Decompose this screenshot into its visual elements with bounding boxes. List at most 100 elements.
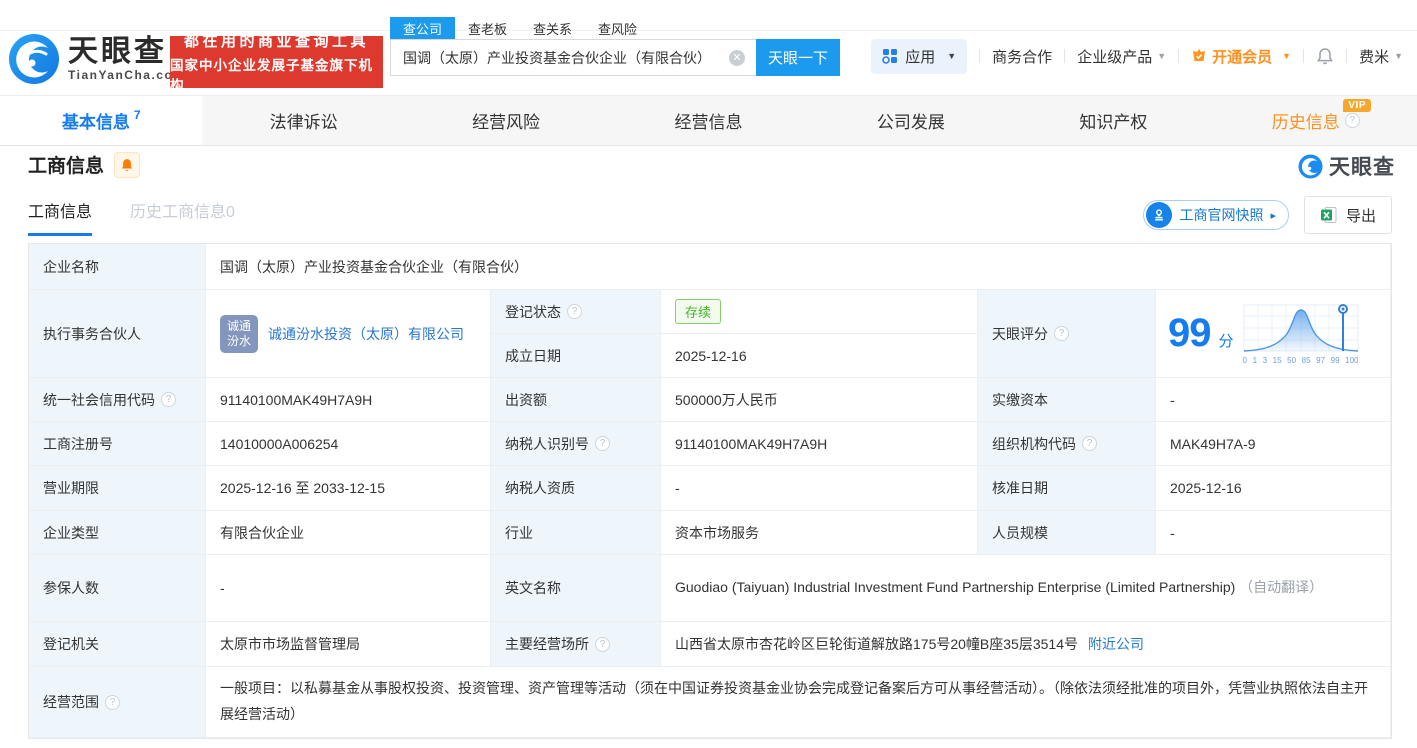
score-unit: 分 <box>1218 333 1234 350</box>
tab-intellectual-property[interactable]: 知识产权 <box>1012 96 1214 145</box>
search-input[interactable] <box>390 39 756 76</box>
tab-operating-risk[interactable]: 经营风险 <box>405 96 607 145</box>
value-business-scope: 一般项目：以私募基金从事股权投资、投资管理、资产管理等活动（须在中国证券投资基金… <box>206 667 1391 738</box>
username: 费米 <box>1359 48 1390 66</box>
help-icon[interactable]: ? <box>1082 436 1097 451</box>
chevron-down-icon: ▼ <box>1394 51 1403 61</box>
label-registration-status: 登记状态? <box>491 290 661 334</box>
business-info-table: 企业名称 国调（太原）产业投资基金合伙企业（有限合伙） 执行事务合伙人 诚通 汾… <box>28 243 1392 739</box>
subtab-history-business-info[interactable]: 历史工商信息0 <box>130 198 235 236</box>
company-tab-bar: 基本信息 7 法律诉讼 经营风险 经营信息 公司发展 知识产权 VIP 历史信息… <box>0 95 1417 146</box>
help-icon[interactable]: ? <box>1344 113 1360 128</box>
label-business-term: 营业期限 <box>29 466 206 511</box>
apps-label: 应用 <box>905 48 936 66</box>
excel-icon <box>1320 207 1337 223</box>
value-credit-code: 91140100MAK49H7A9H <box>206 378 491 422</box>
search-tabs: 查公司 查老板 查关系 查风险 <box>390 17 840 39</box>
value-paid-capital: - <box>1156 378 1391 422</box>
nav-enterprise-product[interactable]: 企业级产品 ▼ <box>1077 46 1166 67</box>
label-taxpayer-id: 纳税人识别号? <box>491 422 661 466</box>
search-tab-risk[interactable]: 查风险 <box>585 17 650 39</box>
tab-operating-info[interactable]: 经营信息 <box>607 96 809 145</box>
label-contribution: 出资额 <box>491 378 661 422</box>
chevron-down-icon: ▼ <box>1282 51 1292 61</box>
auto-translate-note: （自动翻译） <box>1239 579 1324 596</box>
watermark-logo: 天眼查 <box>1298 151 1395 181</box>
partner-avatar: 诚通 汾水 <box>220 314 258 353</box>
label-approval-date: 核准日期 <box>978 466 1156 511</box>
export-button[interactable]: 导出 <box>1303 196 1392 234</box>
score-distribution-chart: 013 15 50 85 97 99 100 <box>1242 303 1360 365</box>
value-contribution: 500000万人民币 <box>661 378 978 422</box>
search-tab-company[interactable]: 查公司 <box>390 17 456 39</box>
tab-legal[interactable]: 法律诉讼 <box>202 96 404 145</box>
tab-basic-info[interactable]: 基本信息 7 <box>0 96 203 145</box>
label-industry: 行业 <box>491 511 661 555</box>
chevron-down-icon: ▼ <box>947 51 957 61</box>
label-registry: 登记机关 <box>29 622 206 667</box>
help-icon[interactable]: ? <box>1054 326 1069 341</box>
slogan-line1: 都在用的商业查询工具 <box>183 33 369 50</box>
search-input-wrap: ✕ <box>390 39 756 76</box>
tianyancha-swirl-icon <box>1298 153 1323 179</box>
help-icon[interactable]: ? <box>595 436 610 451</box>
user-menu[interactable]: 费米 ▼ <box>1359 46 1403 67</box>
divider <box>1064 49 1066 63</box>
divider <box>979 49 981 63</box>
slogan-line2: 国家中小企业发展子基金旗下机构 <box>170 58 373 93</box>
value-approval-date: 2025-12-16 <box>1156 466 1391 511</box>
label-address: 主要经营场所? <box>491 622 661 667</box>
value-company-name: 国调（太原）产业投资基金合伙企业（有限合伙） <box>206 244 1391 290</box>
label-english-name: 英文名称 <box>491 555 661 622</box>
search-tab-boss[interactable]: 查老板 <box>455 17 520 39</box>
label-staff-size: 人员规模 <box>978 511 1156 555</box>
vip-badge: VIP <box>1343 99 1371 112</box>
tianyancha-swirl-icon <box>9 34 59 84</box>
tab-company-development[interactable]: 公司发展 <box>810 96 1012 145</box>
value-establish-date: 2025-12-16 <box>661 334 978 378</box>
notifications-bell[interactable] <box>1316 47 1334 65</box>
value-industry: 资本市场服务 <box>661 511 978 555</box>
value-org-code: MAK49H7A-9 <box>1156 422 1391 466</box>
partner-company-link[interactable]: 诚通汾水投资（太原）有限公司 <box>268 324 464 344</box>
arrow-right-icon: ▸ <box>1270 209 1276 222</box>
subtab-business-info[interactable]: 工商信息 <box>28 198 93 236</box>
value-staff-size: - <box>1156 511 1391 555</box>
official-snapshot-button[interactable]: 工商官网快照 ▸ <box>1143 200 1289 230</box>
stamp-icon <box>1146 202 1173 228</box>
label-company-name: 企业名称 <box>29 244 206 290</box>
subscribe-bell-button[interactable] <box>114 151 141 178</box>
app-grid-icon <box>882 49 898 64</box>
clear-search-icon[interactable]: ✕ <box>729 50 745 66</box>
value-tianyan-score: 99 分 0 1 3 15 50 85 97 99 100 <box>1156 290 1391 378</box>
status-badge: 存续 <box>675 299 722 324</box>
search-tab-relation[interactable]: 查关系 <box>520 17 585 39</box>
divider <box>1303 49 1305 63</box>
label-org-code: 组织机构代码? <box>978 422 1156 466</box>
help-icon[interactable]: ? <box>161 392 176 407</box>
slogan-banner[interactable]: 都在用的商业查询工具 国家中小企业发展子基金旗下机构 <box>170 33 383 93</box>
divider <box>1346 49 1348 63</box>
value-taxpayer-id: 91140100MAK49H7A9H <box>661 422 978 466</box>
nav-cooperation[interactable]: 商务合作 <box>992 46 1052 67</box>
nav-open-vip[interactable]: 开通会员 ▼ <box>1191 46 1291 67</box>
bell-icon <box>121 158 133 171</box>
label-taxpayer-quality: 纳税人资质 <box>491 466 661 511</box>
help-icon[interactable]: ? <box>105 694 120 710</box>
bell-icon <box>1317 48 1334 65</box>
divider <box>1178 49 1180 63</box>
subtab-row: 工商信息 历史工商信息0 工商官网快照 ▸ 导出 <box>28 194 1392 236</box>
logo-title: 天眼查 <box>68 35 167 69</box>
help-icon[interactable]: ? <box>567 304 582 319</box>
tianyancha-logo[interactable]: 天眼查 TianYanCha.com <box>8 33 185 85</box>
nearby-companies-link[interactable]: 附近公司 <box>1088 634 1144 654</box>
search-area: 查公司 查老板 查关系 查风险 ✕ 天眼一下 <box>390 17 840 76</box>
apps-menu[interactable]: 应用 ▼ <box>871 38 968 74</box>
watermark-text: 天眼查 <box>1329 156 1395 179</box>
help-icon[interactable]: ? <box>595 636 610 652</box>
search-button[interactable]: 天眼一下 <box>756 39 840 76</box>
label-establish-date: 成立日期 <box>491 334 661 378</box>
value-company-type: 有限合伙企业 <box>206 511 491 555</box>
header-nav: 应用 ▼ 商务合作 企业级产品 ▼ 开通会员 ▼ 费米 ▼ <box>871 38 1403 74</box>
tab-history-info[interactable]: VIP 历史信息 ? <box>1215 96 1417 145</box>
